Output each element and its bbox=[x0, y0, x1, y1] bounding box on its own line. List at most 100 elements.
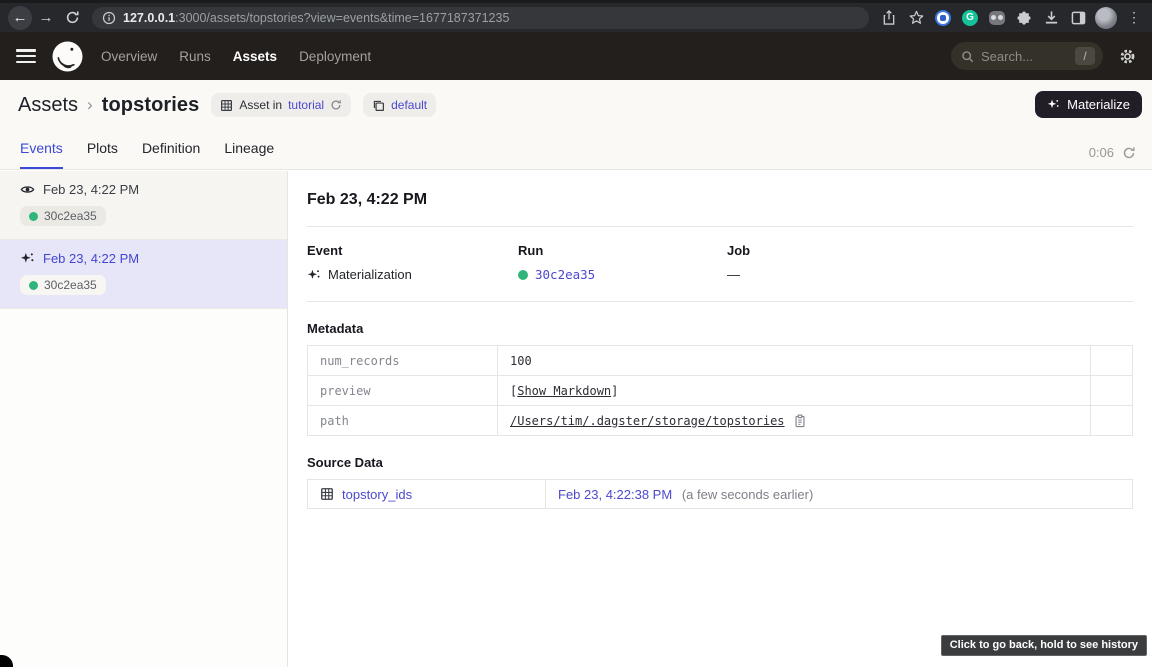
show-markdown-link[interactable]: Show Markdown bbox=[517, 384, 611, 398]
event-column: Event Materialization bbox=[307, 243, 518, 282]
run-id: 30c2ea35 bbox=[44, 209, 97, 223]
tab-lineage[interactable]: Lineage bbox=[224, 140, 274, 169]
observation-eye-icon bbox=[20, 182, 35, 197]
search-shortcut-badge: / bbox=[1075, 47, 1095, 65]
browser-forward-button[interactable]: → bbox=[34, 6, 58, 30]
job-label: Job bbox=[727, 243, 1133, 258]
metadata-section-title: Metadata bbox=[307, 321, 1133, 336]
bracket: ] bbox=[611, 384, 618, 398]
copy-to-clipboard-icon[interactable] bbox=[793, 414, 807, 428]
gear-icon bbox=[1119, 48, 1136, 65]
asset-group-badge-tutorial[interactable]: Asset in tutorial bbox=[211, 93, 351, 117]
side-panel-icon bbox=[1071, 11, 1086, 25]
badge-tutorial-link[interactable]: tutorial bbox=[288, 98, 324, 112]
profile-avatar[interactable] bbox=[1095, 7, 1117, 29]
event-list-item-materialization[interactable]: Feb 23, 4:22 PM 30c2ea35 bbox=[0, 240, 287, 309]
extension-owl-button[interactable] bbox=[987, 8, 1007, 28]
source-asset-link[interactable]: topstory_ids bbox=[342, 487, 412, 502]
job-value: — bbox=[727, 267, 740, 282]
grammarly-button[interactable]: G bbox=[960, 8, 980, 28]
run-status-dot bbox=[29, 212, 38, 221]
settings-button[interactable] bbox=[1119, 48, 1136, 65]
code-location-badge-default[interactable]: default bbox=[363, 93, 436, 117]
share-icon bbox=[882, 10, 896, 25]
app-nav-bar: Overview Runs Assets Deployment / bbox=[0, 32, 1152, 80]
nav-item-assets[interactable]: Assets bbox=[233, 49, 277, 64]
event-label: Event bbox=[307, 243, 518, 258]
event-detail-panel: Feb 23, 4:22 PM Event Materialization Ru… bbox=[289, 171, 1152, 667]
badge-default-link[interactable]: default bbox=[391, 98, 427, 112]
dagster-logo[interactable] bbox=[52, 41, 83, 72]
metadata-action-cell bbox=[1091, 406, 1133, 436]
nav-item-deployment[interactable]: Deployment bbox=[299, 49, 371, 64]
metadata-action-cell bbox=[1091, 376, 1133, 406]
refresh-icon[interactable] bbox=[1122, 146, 1136, 160]
hamburger-menu-button[interactable] bbox=[16, 49, 36, 63]
run-tag[interactable]: 30c2ea35 bbox=[20, 206, 106, 226]
event-timestamp: Feb 23, 4:22 PM bbox=[43, 251, 139, 266]
browser-back-tooltip: Click to go back, hold to see history bbox=[941, 635, 1147, 656]
run-status-dot bbox=[29, 281, 38, 290]
asset-tabs: Events Plots Definition Lineage bbox=[20, 140, 274, 169]
materialize-button[interactable]: Materialize bbox=[1035, 91, 1142, 118]
run-tag[interactable]: 30c2ea35 bbox=[20, 275, 106, 295]
nav-item-overview[interactable]: Overview bbox=[101, 49, 157, 64]
run-id: 30c2ea35 bbox=[44, 278, 97, 292]
run-id-link[interactable]: 30c2ea35 bbox=[535, 267, 595, 282]
browser-actions: G ⋮ bbox=[879, 7, 1144, 29]
browser-back-button[interactable]: ← bbox=[8, 6, 32, 30]
source-data-table: topstory_ids Feb 23, 4:22:38 PM (a few s… bbox=[307, 479, 1133, 509]
tab-plots[interactable]: Plots bbox=[87, 140, 118, 169]
asset-table-icon bbox=[220, 99, 233, 112]
job-column: Job — bbox=[727, 243, 1133, 282]
downloads-button[interactable] bbox=[1041, 8, 1061, 28]
run-status-dot bbox=[518, 270, 528, 280]
source-asset-cell: topstory_ids bbox=[308, 480, 546, 509]
source-data-row: topstory_ids Feb 23, 4:22:38 PM (a few s… bbox=[308, 480, 1133, 509]
global-search[interactable]: / bbox=[951, 42, 1103, 70]
metadata-row-num-records: num_records 100 bbox=[308, 346, 1133, 376]
metadata-value: 100 bbox=[498, 346, 1091, 376]
site-info-icon[interactable] bbox=[102, 11, 116, 25]
browser-reload-button[interactable] bbox=[60, 6, 84, 30]
breadcrumb: Assets › topstories Asset in tutorial de… bbox=[18, 93, 436, 117]
metadata-key: preview bbox=[308, 376, 498, 406]
extension-blue-icon bbox=[935, 10, 951, 26]
refresh-timer: 0:06 bbox=[1089, 145, 1136, 160]
breadcrumb-separator: › bbox=[87, 95, 93, 115]
side-panel-button[interactable] bbox=[1068, 8, 1088, 28]
nav-item-runs[interactable]: Runs bbox=[179, 49, 211, 64]
url-text[interactable]: 127.0.0.1:3000/assets/topstories?view=ev… bbox=[123, 11, 509, 25]
copy-stack-icon bbox=[372, 99, 385, 112]
extension-blue-button[interactable] bbox=[933, 8, 953, 28]
metadata-row-path: path /Users/tim/.dagster/storage/topstor… bbox=[308, 406, 1133, 436]
asset-page-header: Assets › topstories Asset in tutorial de… bbox=[0, 80, 1152, 170]
metadata-table: num_records 100 preview [Show Markdown] … bbox=[307, 345, 1133, 436]
search-icon bbox=[961, 50, 974, 63]
nav-right: / bbox=[951, 42, 1136, 70]
tab-definition[interactable]: Definition bbox=[142, 140, 200, 169]
path-link[interactable]: /Users/tim/.dagster/storage/topstories bbox=[510, 414, 785, 428]
nav-links: Overview Runs Assets Deployment bbox=[101, 49, 371, 64]
breadcrumb-assets-link[interactable]: Assets bbox=[18, 94, 78, 117]
reload-icon bbox=[65, 10, 80, 25]
page-title: topstories bbox=[102, 94, 200, 117]
search-input[interactable] bbox=[981, 49, 1068, 64]
materialize-sparkle-icon bbox=[1047, 98, 1060, 111]
grammarly-icon: G bbox=[962, 10, 978, 26]
url-host: 127.0.0.1 bbox=[123, 11, 175, 25]
browser-toolbar: ← → 127.0.0.1:3000/assets/topstories?vie… bbox=[0, 0, 1152, 32]
badge-refresh-icon[interactable] bbox=[330, 99, 342, 111]
event-type-value: Materialization bbox=[328, 267, 412, 282]
browser-menu-button[interactable]: ⋮ bbox=[1124, 8, 1144, 28]
share-button[interactable] bbox=[879, 8, 899, 28]
tab-events[interactable]: Events bbox=[20, 140, 63, 169]
source-time-link[interactable]: Feb 23, 4:22:38 PM bbox=[558, 487, 672, 502]
extensions-button[interactable] bbox=[1014, 8, 1034, 28]
event-list-item-observation[interactable]: Feb 23, 4:22 PM 30c2ea35 bbox=[0, 171, 287, 240]
metadata-action-cell bbox=[1091, 346, 1133, 376]
bookmark-button[interactable] bbox=[906, 8, 926, 28]
materialization-sparkle-icon bbox=[307, 268, 321, 282]
run-label: Run bbox=[518, 243, 727, 258]
address-bar[interactable]: 127.0.0.1:3000/assets/topstories?view=ev… bbox=[92, 7, 869, 29]
